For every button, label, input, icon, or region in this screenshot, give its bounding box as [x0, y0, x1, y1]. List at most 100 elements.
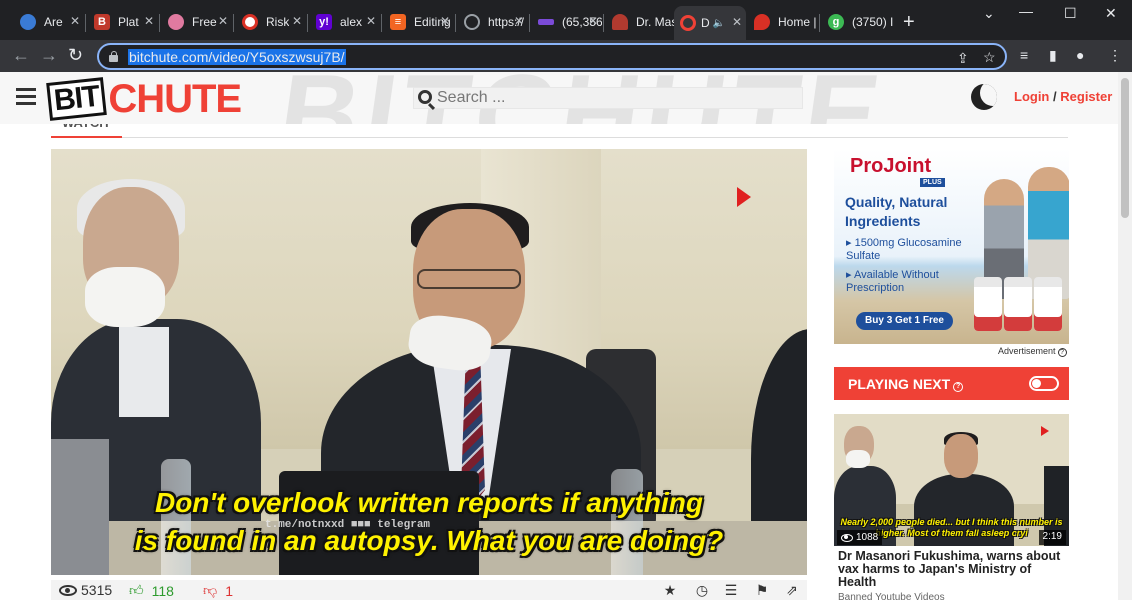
- register-link[interactable]: Register: [1060, 89, 1112, 104]
- search-placeholder[interactable]: Search ...: [437, 89, 505, 107]
- browser-tab[interactable]: (65,356 ✕: [532, 8, 602, 36]
- browser-tab[interactable]: Are ✕: [14, 8, 84, 36]
- forward-button[interactable]: →: [40, 44, 58, 66]
- close-icon[interactable]: ✕: [144, 14, 154, 28]
- login-link[interactable]: Login: [1014, 89, 1049, 104]
- search-icon[interactable]: [418, 90, 432, 104]
- hamburger-menu-icon[interactable]: [16, 88, 36, 106]
- side-panel-icon[interactable]: ▮: [1049, 47, 1057, 63]
- video-action-bar: 5315 👍︎ 118 👎︎ 1 ★ ◷ ☰ ⚑ ⇗: [51, 580, 807, 600]
- flower-icon: [168, 14, 184, 30]
- bookmark-star-icon[interactable]: ☆: [983, 49, 996, 65]
- dislike-button[interactable]: 👎︎ 1: [203, 582, 233, 599]
- channel-watermark-icon: [1041, 426, 1049, 436]
- profile-icon[interactable]: ●: [1076, 47, 1084, 63]
- auth-separator: /: [1053, 89, 1057, 104]
- video-subtitle-line-2: is found in an autopsy. What you are doi…: [134, 525, 724, 556]
- tab-title: Home |: [778, 15, 817, 29]
- close-icon[interactable]: ✕: [366, 14, 376, 28]
- page-scrollbar[interactable]: [1118, 72, 1132, 600]
- browser-tab[interactable]: Risk ✕: [236, 8, 306, 36]
- thumbnail-view-count: 1088: [837, 530, 883, 545]
- browser-tab[interactable]: Dr. Mas: [606, 8, 674, 36]
- channel-watermark-icon: [735, 185, 755, 211]
- share-icon[interactable]: ⇗: [785, 583, 799, 597]
- ad-headline: Quality, Natural Ingredients: [845, 194, 948, 229]
- back-button[interactable]: ←: [12, 44, 30, 66]
- browser-tab[interactable]: y! alex ✕: [310, 8, 380, 36]
- like-button[interactable]: 👍︎ 118: [129, 582, 174, 599]
- ad-cta-button[interactable]: Buy 3 Get 1 Free: [856, 312, 953, 330]
- dislikes-value: 1: [225, 582, 234, 599]
- next-video-thumbnail[interactable]: Nearly 2,000 people died... but I think …: [834, 414, 1069, 546]
- browser-menu-icon[interactable]: ⋮: [1108, 47, 1122, 63]
- browser-tab[interactable]: Free ✕: [162, 8, 232, 36]
- thumbs-up-icon[interactable]: 👍︎: [129, 582, 144, 599]
- tab-search-icon[interactable]: ⌄: [983, 5, 995, 22]
- playing-next-text: PLAYING NEXT: [848, 376, 951, 392]
- globe-icon: [464, 14, 480, 30]
- page-content: BITCHUTE BIT CHUTE Search ... Login / Re…: [0, 72, 1132, 600]
- browser-tab-active[interactable]: D 🔈 ✕: [674, 6, 746, 40]
- next-video-title[interactable]: Dr Masanori Fukushima, warns about vax h…: [838, 550, 1070, 589]
- close-window-button[interactable]: ✕: [1105, 5, 1117, 22]
- browser-tab[interactable]: ≡ Editing ✕: [384, 8, 454, 36]
- thumbs-down-icon[interactable]: 👎︎: [203, 582, 217, 599]
- ad-bullet-1-text: 1500mg Glucosamine Sulfate: [846, 237, 962, 262]
- divider: [122, 137, 1068, 138]
- scrollbar-thumb[interactable]: [1121, 78, 1129, 218]
- editor-icon: ≡: [390, 14, 406, 30]
- help-icon[interactable]: ?: [953, 382, 964, 392]
- next-video-channel[interactable]: Banned Youtube Videos: [838, 592, 945, 600]
- browser-tab[interactable]: B Plat ✕: [88, 8, 158, 36]
- url-text[interactable]: bitchute.com/video/Y5oxszwsuj7B/: [128, 49, 346, 65]
- close-icon[interactable]: ✕: [292, 14, 302, 28]
- maximize-button[interactable]: ☐: [1064, 5, 1077, 22]
- new-tab-button[interactable]: +: [903, 12, 915, 32]
- favorite-star-icon[interactable]: ★: [663, 583, 677, 597]
- reload-button[interactable]: ↻: [68, 44, 83, 66]
- autoplay-toggle[interactable]: [1029, 376, 1059, 391]
- video-player[interactable]: t.me/notnxxd ■■■ telegram Don't overlook…: [51, 149, 807, 575]
- ad-bullet-2-text: Available Without Prescription: [846, 269, 939, 294]
- thumbnail-views-value: 1088: [856, 532, 879, 543]
- flag-icon[interactable]: ⚑: [755, 583, 769, 597]
- help-icon[interactable]: ?: [1057, 348, 1067, 357]
- share-icon[interactable]: ⇪: [957, 50, 969, 66]
- dark-mode-moon-icon[interactable]: [971, 84, 997, 110]
- reading-list-icon[interactable]: ≡: [1020, 47, 1028, 63]
- tab-title: Free: [192, 15, 217, 29]
- ad-brand: ProJoint: [850, 155, 932, 177]
- close-icon[interactable]: ✕: [440, 14, 450, 28]
- lock-icon[interactable]: [109, 51, 118, 62]
- playing-next-label: PLAYING NEXT?: [848, 376, 964, 392]
- tab-title: Are: [44, 15, 63, 29]
- browser-tab[interactable]: g (3750) I: [822, 8, 896, 36]
- browser-tab-strip: Are ✕ B Plat ✕ Free ✕ Risk ✕ y! alex ✕ ≡…: [0, 0, 1132, 40]
- ad-bullet-1: ▸ 1500mg Glucosamine Sulfate: [846, 237, 962, 262]
- speaker-icon[interactable]: 🔈: [713, 18, 725, 29]
- bi-logo-icon: B: [94, 14, 110, 30]
- bitchute-logo[interactable]: BIT CHUTE: [46, 77, 242, 121]
- tab-title: D: [701, 16, 710, 30]
- browser-toolbar: ← → ↻ bitchute.com/video/Y5oxszwsuj7B/ ⇪…: [0, 40, 1132, 72]
- close-icon[interactable]: ✕: [732, 15, 742, 29]
- playlist-icon[interactable]: ☰: [724, 583, 738, 597]
- browser-tab[interactable]: Home |: [748, 8, 818, 36]
- logo-chute: CHUTE: [108, 77, 242, 121]
- close-icon[interactable]: ✕: [218, 14, 228, 28]
- tab-title: Risk: [266, 15, 290, 29]
- watch-later-clock-icon[interactable]: ◷: [695, 583, 709, 597]
- ad-plus-badge: PLUS: [920, 178, 945, 187]
- person-icon: [612, 14, 628, 30]
- close-icon[interactable]: ✕: [514, 14, 524, 28]
- tab-title: (3750) I: [852, 15, 894, 29]
- minimize-button[interactable]: —: [1019, 3, 1033, 19]
- close-icon[interactable]: ✕: [70, 14, 80, 28]
- tab-title: Plat: [118, 15, 139, 29]
- search-box[interactable]: Search ...: [413, 87, 803, 109]
- browser-tab[interactable]: https:// ✕: [458, 8, 528, 36]
- address-bar[interactable]: bitchute.com/video/Y5oxszwsuj7B/ ⇪ ☆: [97, 43, 1007, 70]
- advertisement-banner[interactable]: ProJoint PLUS Quality, Natural Ingredien…: [834, 149, 1069, 344]
- close-icon[interactable]: ✕: [588, 14, 598, 28]
